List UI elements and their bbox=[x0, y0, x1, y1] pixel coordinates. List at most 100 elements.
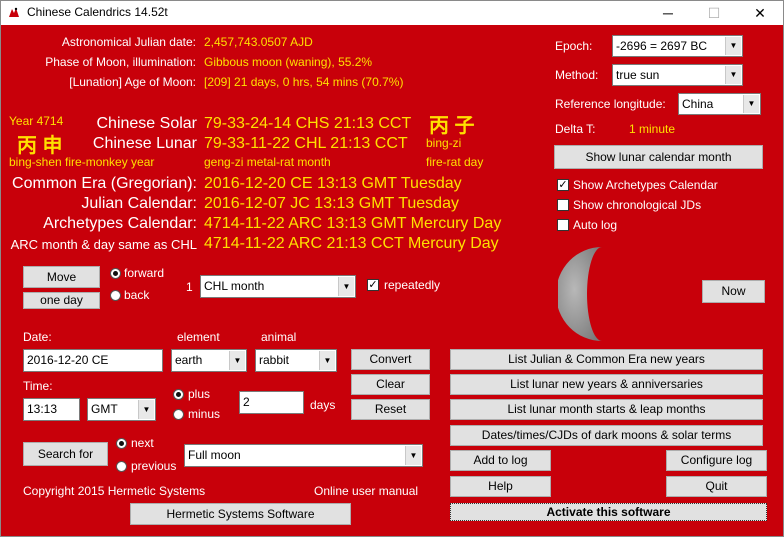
show-lunar-month-button[interactable]: Show lunar calendar month bbox=[554, 145, 763, 169]
forward-radio[interactable] bbox=[110, 268, 121, 279]
days-input[interactable]: 2 bbox=[239, 391, 304, 414]
date-label: Date: bbox=[23, 330, 52, 344]
minimize-button[interactable]: ─ bbox=[645, 1, 691, 25]
method-select[interactable]: true sun ▼ bbox=[612, 64, 743, 86]
show-chrono-checkbox[interactable] bbox=[557, 199, 569, 211]
one-day-button[interactable]: one day bbox=[23, 292, 100, 309]
close-button[interactable]: ✕ bbox=[737, 1, 783, 25]
back-label: back bbox=[124, 288, 150, 302]
timezone-value: GMT bbox=[91, 402, 118, 416]
previous-radio[interactable] bbox=[116, 461, 127, 472]
search-for-button[interactable]: Search for bbox=[23, 442, 108, 466]
next-label: next bbox=[131, 436, 154, 450]
chinese-lunar-label: Chinese Lunar bbox=[92, 135, 197, 152]
day-element: fire-rat day bbox=[426, 155, 484, 169]
archetypes-value: 4714-11-22 ARC 13:13 GMT Mercury Day bbox=[204, 215, 502, 232]
ref-longitude-value: China bbox=[682, 97, 714, 111]
quit-button[interactable]: Quit bbox=[666, 476, 767, 497]
clear-button[interactable]: Clear bbox=[351, 374, 430, 395]
previous-label: previous bbox=[131, 459, 177, 473]
chevron-down-icon: ▼ bbox=[725, 66, 741, 84]
configure-log-button[interactable]: Configure log bbox=[666, 450, 767, 471]
convert-button[interactable]: Convert bbox=[351, 349, 430, 370]
chinese-lunar-value: 79-33-11-22 CHL 21:13 CCT bbox=[204, 135, 408, 152]
ref-longitude-select[interactable]: China ▼ bbox=[678, 93, 761, 115]
moon-age-label: [Lunation] Age of Moon: bbox=[69, 75, 196, 89]
next-radio[interactable] bbox=[116, 438, 127, 449]
list-lunar-months-button[interactable]: List lunar month starts & leap months bbox=[450, 399, 763, 420]
add-to-log-button[interactable]: Add to log bbox=[450, 450, 551, 471]
auto-log-label: Auto log bbox=[573, 218, 618, 232]
list-lunar-new-years-button[interactable]: List lunar new years & anniversaries bbox=[450, 374, 763, 395]
timezone-select[interactable]: GMT ▼ bbox=[87, 398, 156, 421]
activate-software-button[interactable]: Activate this software bbox=[450, 503, 767, 521]
time-input[interactable]: 13:13 bbox=[23, 398, 80, 421]
arc-chl-label: ARC month & day same as CHL bbox=[10, 237, 197, 252]
online-manual-link[interactable]: Online user manual bbox=[314, 484, 418, 498]
chevron-down-icon: ▼ bbox=[138, 400, 154, 419]
app-window: Chinese Calendrics 14.52t ─ ☐ ✕ Astronom… bbox=[0, 0, 784, 537]
animal-label: animal bbox=[261, 330, 297, 344]
repeatedly-checkbox[interactable]: ✓ bbox=[367, 279, 379, 291]
delta-t-label: Delta T: bbox=[555, 122, 596, 136]
day-pinyin: bing-zi bbox=[426, 136, 462, 150]
day-chars: 丙 子 bbox=[429, 115, 475, 137]
element-label: element bbox=[177, 330, 220, 344]
delta-t-value: 1 minute bbox=[629, 122, 676, 136]
maximize-button[interactable]: ☐ bbox=[691, 1, 737, 25]
julian-label: Julian Calendar: bbox=[81, 195, 197, 212]
show-archetypes-label: Show Archetypes Calendar bbox=[573, 178, 718, 192]
chinese-solar-label: Chinese Solar bbox=[96, 115, 198, 132]
move-unit-select[interactable]: CHL month ▼ bbox=[200, 275, 356, 298]
days-label: days bbox=[310, 398, 336, 412]
arc-chl-value: 4714-11-22 ARC 21:13 CCT Mercury Day bbox=[204, 235, 499, 252]
help-button[interactable]: Help bbox=[450, 476, 551, 497]
copyright-text: Copyright 2015 Hermetic Systems bbox=[23, 484, 206, 498]
dark-moons-button[interactable]: Dates/times/CJDs of dark moons & solar t… bbox=[450, 425, 763, 446]
move-unit-value: CHL month bbox=[204, 279, 265, 293]
epoch-select[interactable]: -2696 = 2697 BC ▼ bbox=[612, 35, 743, 57]
date-input[interactable]: 2016-12-20 CE bbox=[23, 349, 163, 372]
element-select[interactable]: earth ▼ bbox=[171, 349, 247, 372]
back-radio[interactable] bbox=[110, 290, 121, 301]
ref-longitude-label: Reference longitude: bbox=[555, 97, 666, 111]
list-julian-ce-button[interactable]: List Julian & Common Era new years bbox=[450, 349, 763, 370]
animal-select[interactable]: rabbit ▼ bbox=[255, 349, 337, 372]
moon-phase-value: Gibbous moon (waning), 55.2% bbox=[204, 55, 373, 69]
astro-julian-value: 2,457,743.0507 AJD bbox=[204, 35, 313, 49]
year-pinyin: bing-shen fire-monkey year bbox=[9, 155, 155, 169]
title-bar: Chinese Calendrics 14.52t ─ ☐ ✕ bbox=[1, 1, 783, 25]
search-target-select[interactable]: Full moon ▼ bbox=[184, 444, 423, 467]
chevron-down-icon: ▼ bbox=[405, 446, 421, 465]
moon-age-value: [209] 21 days, 0 hrs, 54 mins (70.7%) bbox=[204, 75, 404, 89]
hermetic-software-button[interactable]: Hermetic Systems Software bbox=[130, 503, 351, 525]
method-label: Method: bbox=[555, 68, 599, 82]
chevron-down-icon: ▼ bbox=[725, 37, 741, 55]
chevron-down-icon: ▼ bbox=[319, 351, 335, 370]
repeatedly-label: repeatedly bbox=[384, 278, 441, 292]
julian-value: 2016-12-07 JC 13:13 GMT Tuesday bbox=[204, 195, 459, 212]
year-number: Year 4714 bbox=[9, 114, 64, 128]
time-label: Time: bbox=[23, 379, 53, 393]
archetypes-label: Archetypes Calendar: bbox=[43, 215, 197, 232]
chevron-down-icon: ▼ bbox=[229, 351, 245, 370]
minus-label: minus bbox=[188, 407, 221, 421]
plus-label: plus bbox=[188, 387, 211, 401]
year-chars: 丙 申 bbox=[17, 135, 63, 157]
plus-radio[interactable] bbox=[173, 389, 184, 400]
astro-julian-label: Astronomical Julian date: bbox=[61, 35, 196, 49]
gregorian-value: 2016-12-20 CE 13:13 GMT Tuesday bbox=[204, 175, 462, 192]
now-button[interactable]: Now bbox=[702, 280, 765, 303]
chevron-down-icon: ▼ bbox=[743, 95, 759, 113]
minus-radio[interactable] bbox=[173, 409, 184, 420]
move-button[interactable]: Move bbox=[23, 266, 100, 288]
method-value: true sun bbox=[616, 68, 660, 82]
window-title: Chinese Calendrics 14.52t bbox=[27, 5, 168, 19]
auto-log-checkbox[interactable] bbox=[557, 219, 569, 231]
chevron-down-icon: ▼ bbox=[338, 277, 354, 296]
show-archetypes-checkbox[interactable]: ✓ bbox=[557, 179, 569, 191]
reset-button[interactable]: Reset bbox=[351, 399, 430, 420]
element-value: earth bbox=[175, 353, 203, 367]
animal-value: rabbit bbox=[259, 353, 290, 367]
forward-label: forward bbox=[124, 266, 165, 280]
